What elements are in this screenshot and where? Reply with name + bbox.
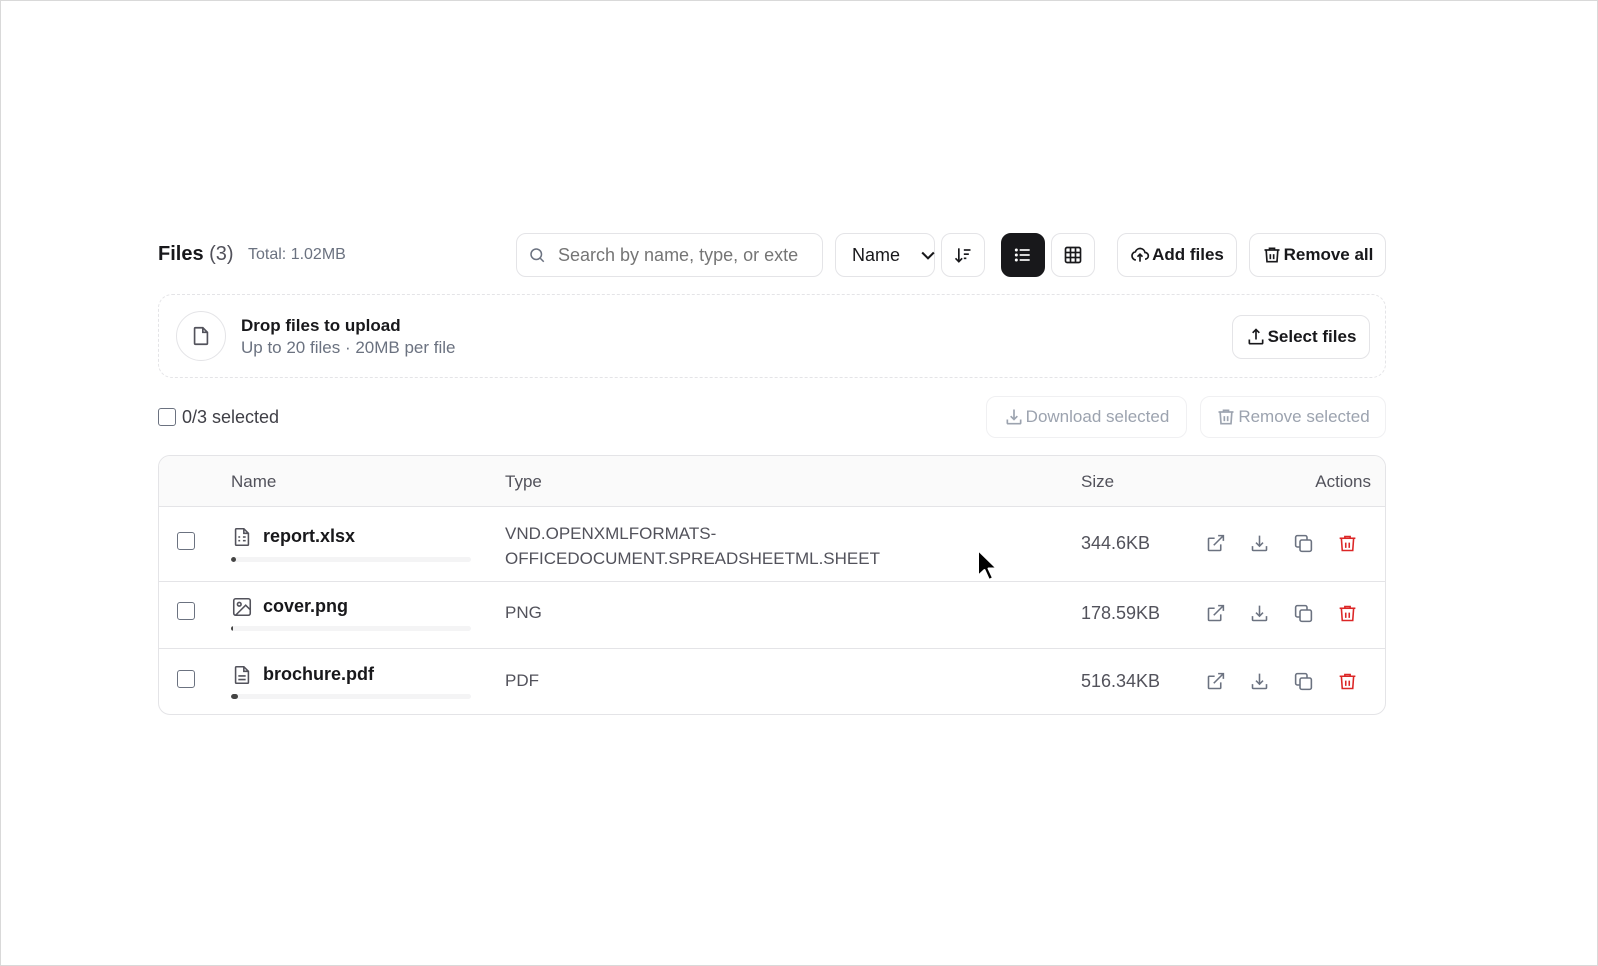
files-table: Name Type Size Actions report.xlsx VND.O… (158, 455, 1386, 715)
spreadsheet-file-icon (231, 526, 253, 548)
drop-zone-subtitle: Up to 20 files · 20MB per file (241, 338, 456, 357)
copy-icon[interactable] (1293, 671, 1314, 692)
file-type-line: OFFICEDOCUMENT.SPREADSHEETML.SHEET (505, 549, 880, 568)
row-actions (1205, 533, 1358, 554)
sort-descending-icon (953, 245, 973, 265)
page-title: Files (3) (158, 243, 234, 266)
select-all-checkbox[interactable] (158, 408, 176, 426)
sort-value: Name (852, 244, 901, 265)
row-checkbox[interactable] (177, 602, 195, 620)
delete-icon[interactable] (1337, 671, 1358, 692)
search-box[interactable] (516, 233, 823, 277)
upload-progress-bar (231, 557, 471, 562)
remove-all-label: Remove all (1283, 245, 1374, 264)
drop-zone-title: Drop files to upload (241, 316, 401, 335)
column-header-size: Size (1081, 472, 1115, 491)
total-size: Total: 1.02MB (248, 246, 346, 263)
row-actions (1205, 603, 1358, 624)
trash-icon (1262, 245, 1282, 265)
add-files-label: Add files (1152, 245, 1224, 264)
remove-selected-button[interactable]: Remove selected (1200, 396, 1386, 438)
download-selected-label: Download selected (1025, 407, 1170, 426)
search-input[interactable] (556, 243, 800, 267)
delete-icon[interactable] (1337, 603, 1358, 624)
download-icon (1004, 407, 1024, 427)
copy-icon[interactable] (1293, 533, 1314, 554)
download-icon[interactable] (1249, 603, 1270, 624)
mouse-cursor (976, 548, 1002, 589)
table-row: report.xlsx VND.OPENXMLFORMATS- OFFICEDO… (159, 506, 1385, 582)
grid-view-button[interactable] (1051, 233, 1095, 277)
file-size: 178.59KB (1081, 603, 1161, 623)
open-external-icon[interactable] (1205, 671, 1226, 692)
download-icon[interactable] (1249, 671, 1270, 692)
delete-icon[interactable] (1337, 533, 1358, 554)
remove-selected-label: Remove selected (1238, 407, 1370, 426)
list-icon (1013, 245, 1033, 265)
file-placeholder-icon-circle (176, 311, 226, 361)
sort-select[interactable]: Name (835, 233, 935, 277)
row-checkbox[interactable] (177, 532, 195, 550)
file-count: (3) (209, 243, 234, 265)
column-header-actions: Actions (1315, 472, 1371, 491)
add-files-button[interactable]: Add files (1117, 233, 1237, 277)
row-checkbox[interactable] (177, 670, 195, 688)
file-size: 344.6KB (1081, 533, 1151, 553)
download-selected-button[interactable]: Download selected (986, 396, 1187, 438)
list-view-button[interactable] (1001, 233, 1045, 277)
file-type-line: PNG (505, 603, 542, 622)
title-text: Files (158, 243, 204, 265)
image-file-icon (231, 596, 253, 618)
open-external-icon[interactable] (1205, 533, 1226, 554)
file-type: PDF (505, 671, 539, 691)
column-header-name: Name (231, 472, 277, 491)
remove-all-button[interactable]: Remove all (1249, 233, 1386, 277)
select-files-label: Select files (1267, 327, 1357, 346)
table-row: brochure.pdf PDF 516.34KB (159, 649, 1385, 714)
grid-icon (1063, 245, 1083, 265)
upload-progress-bar (231, 626, 471, 631)
chevron-down-icon (918, 245, 938, 265)
sort-direction-button[interactable] (941, 233, 985, 277)
column-header-type: Type (505, 472, 542, 491)
file-icon (190, 325, 212, 347)
upload-icon (1246, 327, 1266, 347)
selection-count: 0/3 selected (182, 407, 280, 427)
search-icon (528, 246, 546, 264)
table-row: cover.png PNG 178.59KB (159, 582, 1385, 649)
row-actions (1205, 671, 1358, 692)
file-type: VND.OPENXMLFORMATS- OFFICEDOCUMENT.SPREA… (505, 521, 880, 571)
select-files-button[interactable]: Select files (1232, 315, 1370, 359)
upload-progress-fill (231, 557, 236, 562)
table-header: Name Type Size Actions (159, 456, 1385, 507)
file-type-line: VND.OPENXMLFORMATS- (505, 524, 717, 543)
upload-progress-fill (231, 626, 234, 631)
drop-zone[interactable]: Drop files to upload Up to 20 files · 20… (158, 294, 1386, 378)
document-file-icon (231, 664, 253, 686)
file-name: report.xlsx (263, 526, 356, 546)
file-name: brochure.pdf (263, 664, 374, 684)
file-type-line: PDF (505, 671, 539, 690)
file-type: PNG (505, 603, 542, 623)
cloud-upload-icon (1130, 245, 1150, 265)
open-external-icon[interactable] (1205, 603, 1226, 624)
file-size: 516.34KB (1081, 671, 1161, 691)
file-name: cover.png (263, 596, 349, 616)
upload-progress-fill (231, 694, 239, 699)
upload-progress-bar (231, 694, 471, 699)
trash-icon (1216, 407, 1236, 427)
copy-icon[interactable] (1293, 603, 1314, 624)
download-icon[interactable] (1249, 533, 1270, 554)
